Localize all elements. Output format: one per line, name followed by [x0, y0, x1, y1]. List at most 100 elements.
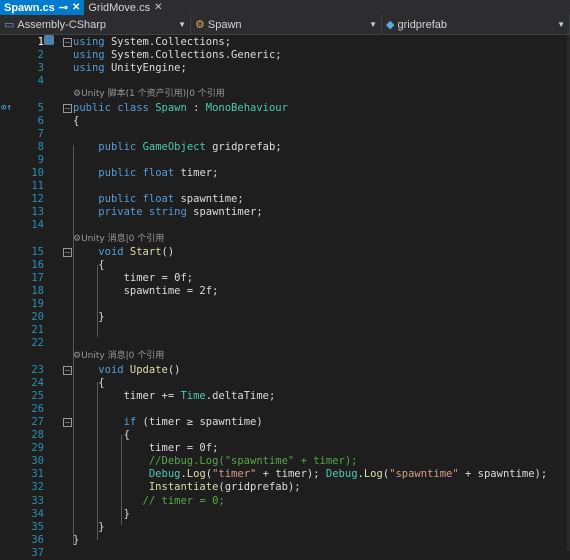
code-token: if [123, 415, 143, 428]
code-token: using [73, 36, 111, 48]
code-token: GameObject [142, 140, 206, 153]
pin-icon[interactable]: ⊸ [59, 1, 68, 14]
code-line[interactable]: 9 [0, 154, 570, 167]
line-number: 13 [31, 206, 44, 219]
csharp-project-icon: ▭ [4, 19, 15, 31]
code-line[interactable]: 6{ [0, 115, 570, 128]
project-dropdown[interactable]: ▭ Assembly-CSharp ▼ [0, 15, 191, 34]
code-line[interactable]: 3 using UnityEngine; [0, 62, 570, 75]
code-token: () [167, 363, 181, 376]
code-line[interactable]: 36} [0, 534, 570, 547]
code-line[interactable]: 26 [0, 403, 570, 416]
code-line[interactable]: 33 // timer = 0; [0, 495, 570, 508]
code-text: } [73, 311, 104, 324]
code-line[interactable]: 15 − void Start() [0, 246, 570, 259]
code-line[interactable]: 25 timer += Time.deltaTime; [0, 390, 570, 403]
collapse-icon[interactable]: − [63, 38, 72, 47]
chevron-down-icon: ▼ [178, 20, 186, 29]
code-editor[interactable]: 1− using System.Collections; 2 using System… [0, 35, 570, 559]
code-text: spawntime = 2f; [73, 284, 219, 298]
code-line[interactable]: 2 using System.Collections.Generic; [0, 49, 570, 62]
collapse-icon[interactable]: − [63, 365, 72, 375]
code-line[interactable]: 18 spawntime = 2f; [0, 285, 570, 298]
class-label: Spawn [207, 18, 242, 31]
code-line[interactable]: 1 − using System.Collections; [0, 36, 570, 49]
code-line[interactable]: 34 } [0, 508, 570, 521]
code-line[interactable]: 32 Instantiate(gridprefab); [0, 481, 570, 494]
codelens-row[interactable]: ⚙Unity 脚本(1 个资产引用)|0 个引用 [0, 88, 570, 101]
code-token: .deltaTime; [205, 389, 276, 402]
code-line[interactable]: 21 [0, 324, 570, 337]
code-line[interactable]: 10 public float timer; [0, 167, 570, 180]
collapse-icon[interactable]: − [63, 103, 72, 113]
member-dropdown[interactable]: ◆ gridprefab ▼ [382, 15, 570, 34]
code-line[interactable]: 35 } [0, 521, 570, 534]
codelens-reference[interactable]: ⚙Unity 脚本(1 个资产引用)|0 个引用 [73, 88, 225, 101]
line-number: 31 [31, 468, 44, 481]
code-token: "spawntime" [389, 468, 459, 481]
code-token: public [98, 140, 143, 153]
code-token: public float [98, 193, 181, 206]
codelens-row[interactable]: ⚙Unity 消息|0 个引用 [0, 350, 570, 363]
code-line[interactable]: 27 − if (timer ≥ spawntime) [0, 416, 570, 429]
close-icon[interactable]: ✕ [72, 2, 80, 13]
code-line[interactable]: 37 [0, 547, 570, 560]
code-line[interactable]: 28 { [0, 429, 570, 442]
code-token: + timer); [256, 468, 326, 481]
class-dropdown[interactable]: ⚙ Spawn ▼ [191, 15, 382, 34]
code-line[interactable]: 22 [0, 337, 570, 350]
code-line[interactable]: 11 [0, 180, 570, 193]
code-token: System.Collections.Generic; [110, 49, 282, 62]
code-token: spawntimer; [193, 206, 263, 219]
line-number: 4 [37, 75, 44, 88]
tab-gridmove-cs[interactable]: GridMove.cs ✕ [84, 0, 166, 15]
code-token: Log [363, 468, 383, 481]
code-line[interactable]: 5− public class Spawn : MonoBehaviour ⊙↑ [0, 102, 570, 115]
code-text: Debug.Log("timer" + timer); Debug.Log("s… [73, 468, 547, 481]
codelens-reference[interactable]: ⚙Unity 消息|0 个引用 [73, 350, 164, 363]
code-token: { [73, 376, 105, 389]
member-label: gridprefab [397, 18, 448, 31]
code-token: Start [129, 245, 162, 258]
code-line[interactable]: 14 [0, 219, 570, 232]
code-token: spawntime = 2f; [73, 284, 219, 297]
code-line[interactable]: 13 private string spawntimer; [0, 206, 570, 219]
code-line[interactable]: 7 [0, 128, 570, 141]
tab-label: GridMove.cs [88, 1, 151, 14]
code-text: void Update() [73, 363, 181, 377]
code-line[interactable]: 30 //Debug.Log("spawntime" + timer); [0, 455, 570, 468]
tab-spawn-cs[interactable]: Spawn.cs ⊸ ✕ [0, 0, 85, 15]
code-text: { [73, 429, 130, 442]
line-number: 35 [31, 520, 44, 533]
code-text: } [73, 521, 104, 534]
collapse-icon[interactable]: − [63, 417, 72, 427]
code-text: public GameObject gridprefab; [73, 140, 281, 154]
implementation-marker-icon[interactable]: ⊙↑ [1, 102, 12, 115]
code-line[interactable]: 23 − void Update() [0, 364, 570, 377]
code-line[interactable]: 16 { [0, 259, 570, 272]
code-line[interactable]: 8 public GameObject gridprefab; [0, 141, 570, 154]
code-token: { [73, 114, 80, 127]
collapse-icon[interactable]: − [63, 247, 72, 257]
close-icon[interactable]: ✕ [154, 2, 162, 13]
codelens-row[interactable]: ⚙Unity 消息|0 个引用 [0, 233, 570, 246]
line-number: 11 [31, 180, 44, 193]
code-text: { [73, 259, 104, 272]
codelens-reference[interactable]: ⚙Unity 消息|0 个引用 [73, 233, 164, 246]
code-line[interactable]: 29 timer = 0f; [0, 442, 570, 455]
code-line[interactable]: 24 { [0, 377, 570, 390]
code-line[interactable]: 20 } [0, 311, 570, 324]
line-number: 37 [31, 546, 44, 559]
code-line[interactable]: 19 [0, 298, 570, 311]
line-number: 33 [31, 494, 44, 507]
code-token: "timer" [212, 468, 257, 481]
code-line[interactable]: 31 Debug.Log("timer" + timer); Debug.Log… [0, 468, 570, 481]
code-line[interactable]: 17 timer = 0f; [0, 272, 570, 285]
code-line[interactable]: 12 public float spawntime; [0, 193, 570, 206]
code-line[interactable]: 4 [0, 75, 570, 88]
code-text: // timer = 0; [73, 495, 225, 508]
line-number: 27 [31, 415, 44, 428]
